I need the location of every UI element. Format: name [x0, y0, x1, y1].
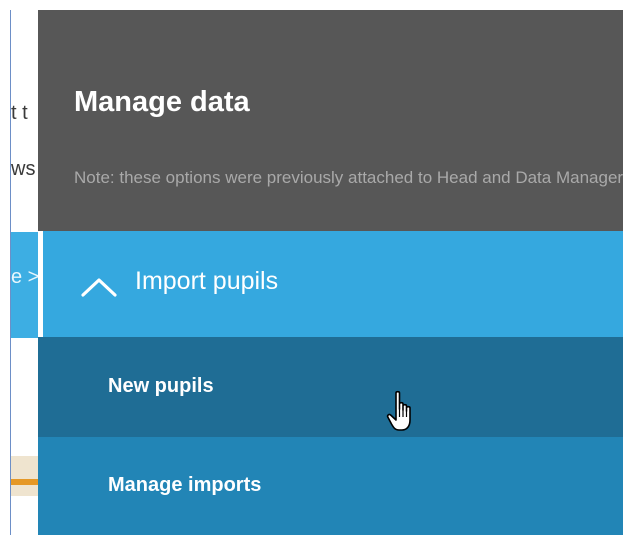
panel-title: Manage data	[74, 86, 250, 118]
menu-item-label: New pupils	[108, 375, 214, 397]
section-label: Import pupils	[135, 267, 279, 295]
pointer-hand-icon	[386, 390, 411, 431]
manage-data-panel: Manage data Note: these options were pre…	[38, 10, 623, 535]
background-progress-bar	[11, 479, 41, 485]
background-progress-track	[11, 456, 41, 496]
menu-item-new-pupils[interactable]: New pupils	[38, 337, 623, 437]
panel-note: Note: these options were previously atta…	[74, 168, 623, 187]
menu-item-label: Manage imports	[108, 474, 262, 496]
background-page: t t ws e >	[11, 10, 41, 535]
screen: t t ws e > Manage data Note: these optio…	[0, 0, 623, 545]
chevron-up-icon	[81, 278, 117, 297]
menu-item-manage-imports[interactable]: Manage imports	[38, 437, 623, 535]
background-text-fragment: ws	[11, 158, 36, 180]
background-button-label: e >	[11, 266, 40, 288]
import-pupils-section-toggle[interactable]: Import pupils	[38, 231, 623, 337]
background-text-fragment: t t	[11, 102, 28, 124]
